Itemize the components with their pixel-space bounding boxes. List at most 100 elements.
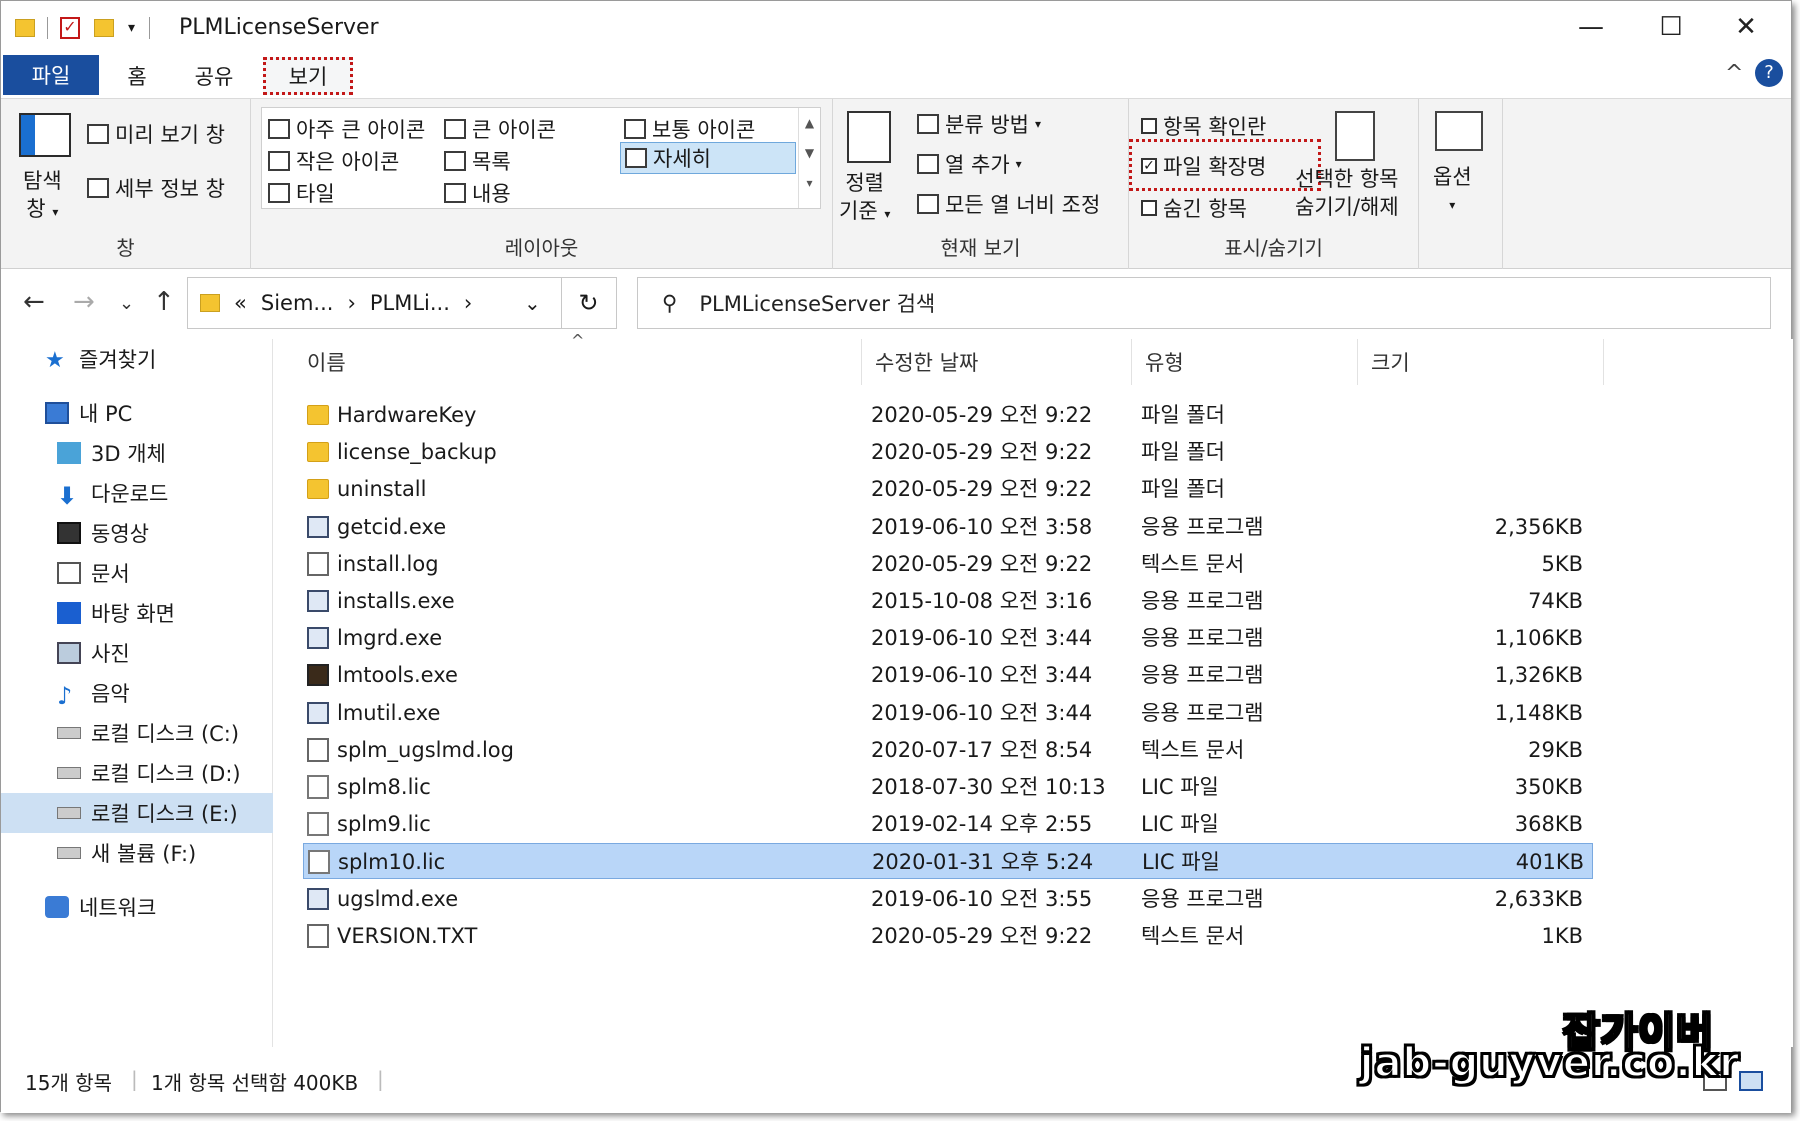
layout-content[interactable]: 내용 (444, 178, 511, 208)
file-row[interactable]: splm_ugslmd.log 2020-07-17 오전 8:54 텍스트 문서 2… (303, 732, 1593, 768)
history-dropdown-icon[interactable]: ⌄ (524, 291, 541, 315)
file-row[interactable]: lmtools.exe 2019-06-10 오전 3:44 응용 프로그램 1,32… (303, 657, 1593, 693)
file-name: VERSION.TXT (337, 923, 478, 948)
file-row[interactable]: lmutil.exe 2019-06-10 오전 3:44 응용 프로그램 1,148… (303, 695, 1593, 731)
layout-list[interactable]: 목록 (444, 146, 511, 176)
file-date: 2020-05-29 오전 9:22 (871, 551, 1093, 576)
item-checkbox-toggle[interactable]: 항목 확인란 (1141, 111, 1266, 141)
close-button[interactable]: ✕ (1711, 7, 1781, 47)
document-icon (57, 562, 81, 584)
file-row[interactable]: install.log 2020-05-29 오전 9:22 텍스트 문서 5KB (303, 546, 1593, 582)
item-checkbox-box[interactable] (1141, 118, 1157, 134)
nav-item-this-pc[interactable]: 내 PC (1, 393, 273, 433)
nav-item-disk-d[interactable]: 로컬 디스크 (D:) (1, 753, 273, 793)
options-button[interactable]: 옵션 ▾ (1433, 163, 1472, 219)
folder-icon (307, 479, 329, 500)
file-date: 2019-06-10 오전 3:58 (871, 514, 1093, 539)
preview-pane-icon (87, 124, 109, 144)
file-extensions-toggle[interactable]: ✓ 파일 확장명 (1141, 151, 1266, 181)
file-type: 파일 폴더 (1141, 403, 1225, 427)
layout-tiles[interactable]: 타일 (268, 178, 335, 208)
file-row[interactable]: getcid.exe 2019-06-10 오전 3:58 응용 프로그램 2,356… (303, 509, 1593, 545)
sort-by-button[interactable]: 정렬 기준 ▾ (839, 169, 890, 228)
nav-item-network[interactable]: 네트워크 (1, 887, 273, 927)
file-row[interactable]: splm8.lic 2018-07-30 오전 10:13 LIC 파일 350KB (303, 769, 1593, 805)
layout-extra-large-icons[interactable]: 아주 큰 아이콘 (268, 114, 425, 144)
file-name: license_backup (337, 440, 497, 465)
column-header-type[interactable]: 유형 (1131, 339, 1357, 385)
nav-item-disk-e[interactable]: 로컬 디스크 (E:) (1, 793, 273, 833)
nav-item-3d-objects[interactable]: 3D 개체 (1, 433, 273, 473)
file-name-cell: HardwareKey (307, 397, 476, 433)
tab-view[interactable]: 보기 (263, 57, 353, 95)
details-icon (625, 148, 647, 168)
nav-pane-icon (19, 113, 71, 157)
back-arrow-icon[interactable]: ← (23, 287, 45, 317)
layout-small-icons[interactable]: 작은 아이콘 (268, 146, 399, 176)
customize-qa-chevron-icon[interactable]: ▾ (128, 20, 135, 36)
up-arrow-icon[interactable]: ↑ (153, 287, 175, 317)
file-row[interactable]: uninstall 2020-05-29 오전 9:22 파일 폴더 (303, 471, 1593, 507)
hide-selected-button[interactable]: 선택한 항목 숨기기/해제 (1295, 165, 1399, 221)
file-row[interactable]: lmgrd.exe 2019-06-10 오전 3:44 응용 프로그램 1,106K… (303, 620, 1593, 656)
layout-medium-icons[interactable]: 보통 아이콘 (624, 114, 755, 144)
file-name-cell: license_backup (307, 434, 497, 470)
overflow-chevron[interactable]: « (234, 291, 247, 315)
breadcrumb-plmlicense[interactable]: PLMLi... (370, 291, 450, 315)
hidden-items-toggle[interactable]: 숨긴 항목 (1141, 193, 1247, 223)
breadcrumb-siemens[interactable]: Siem... (261, 291, 334, 315)
refresh-button[interactable]: ↻ (561, 277, 615, 329)
large-icons-icon (444, 119, 466, 139)
ribbon-collapse-icon[interactable]: ^ (1725, 61, 1743, 86)
search-box[interactable]: ⚲ PLMLicenseServer 검색 (637, 277, 1771, 329)
disk-icon (57, 807, 81, 819)
file-row[interactable]: HardwareKey 2020-05-29 오전 9:22 파일 폴더 (303, 397, 1593, 433)
file-size: 1KB (1541, 923, 1583, 948)
column-header-date[interactable]: 수정한 날짜 (861, 339, 1131, 385)
properties-icon[interactable]: ✓ (60, 17, 80, 39)
column-header-size[interactable]: 크기 (1357, 339, 1603, 385)
search-icon: ⚲ (662, 291, 678, 315)
minimize-button[interactable]: — (1556, 7, 1626, 47)
file-type: 텍스트 문서 (1141, 551, 1245, 576)
nav-item-downloads[interactable]: ⬇ 다운로드 (1, 473, 273, 513)
hidden-items-checkbox[interactable] (1141, 200, 1157, 216)
nav-pane-button[interactable]: 탐색 창 ▾ (23, 167, 62, 226)
preview-pane-button[interactable]: 미리 보기 창 (87, 119, 225, 149)
forward-arrow-icon[interactable]: → (73, 287, 95, 317)
file-extensions-checkbox[interactable]: ✓ (1141, 158, 1157, 174)
nav-item-documents[interactable]: 문서 (1, 553, 273, 593)
file-row[interactable]: splm10.lic 2020-01-31 오후 5:24 LIC 파일 401KB (303, 843, 1593, 880)
fit-columns-button[interactable]: 모든 열 너비 조정 (917, 189, 1100, 219)
nav-item-favorites[interactable]: ★ 즐겨찾기 (1, 339, 273, 379)
file-row[interactable]: installs.exe 2015-10-08 오전 3:16 응용 프로그램 74K… (303, 583, 1593, 619)
tab-home[interactable]: 홈 (109, 57, 165, 95)
layout-large-icons[interactable]: 큰 아이콘 (444, 114, 556, 144)
add-column-button[interactable]: 열 추가 ▾ (917, 149, 1022, 179)
nav-item-disk-c[interactable]: 로컬 디스크 (C:) (1, 713, 273, 753)
file-row[interactable]: splm9.lic 2019-02-14 오후 2:55 LIC 파일 368KB (303, 806, 1593, 842)
tab-share[interactable]: 공유 (181, 57, 247, 95)
details-pane-button[interactable]: 세부 정보 창 (87, 173, 225, 203)
file-row[interactable]: ugslmd.exe 2019-06-10 오전 3:55 응용 프로그램 2,633… (303, 881, 1593, 917)
new-folder-icon[interactable] (94, 19, 114, 37)
layout-details[interactable]: 자세히 (620, 142, 796, 174)
nav-item-volume-f[interactable]: 새 볼륨 (F:) (1, 833, 273, 873)
recent-chevron-icon[interactable]: ⌄ (119, 293, 134, 314)
nav-item-videos[interactable]: 동영상 (1, 513, 273, 553)
tab-file[interactable]: 파일 (3, 55, 99, 95)
maximize-button[interactable]: ☐ (1636, 7, 1706, 47)
file-row[interactable]: license_backup 2020-05-29 오전 9:22 파일 폴더 (303, 434, 1593, 470)
help-icon[interactable]: ? (1755, 59, 1783, 87)
nav-item-pictures[interactable]: 사진 (1, 633, 273, 673)
file-size: 2,633KB (1494, 886, 1583, 911)
address-bar[interactable]: « Siem... › PLMLi... › ⌄ (187, 277, 617, 329)
group-by-button[interactable]: 분류 방법 ▾ (917, 109, 1041, 139)
column-header-name[interactable]: 이름 (293, 339, 833, 385)
nav-item-desktop[interactable]: 바탕 화면 (1, 593, 273, 633)
picture-icon (57, 642, 81, 664)
large-icons-view-icon[interactable] (1739, 1071, 1763, 1091)
nav-item-music[interactable]: ♪ 음악 (1, 673, 273, 713)
file-row[interactable]: VERSION.TXT 2020-05-29 오전 9:22 텍스트 문서 1KB (303, 918, 1593, 954)
layout-scroll[interactable]: ▲ ▼ ▾ (798, 108, 820, 208)
